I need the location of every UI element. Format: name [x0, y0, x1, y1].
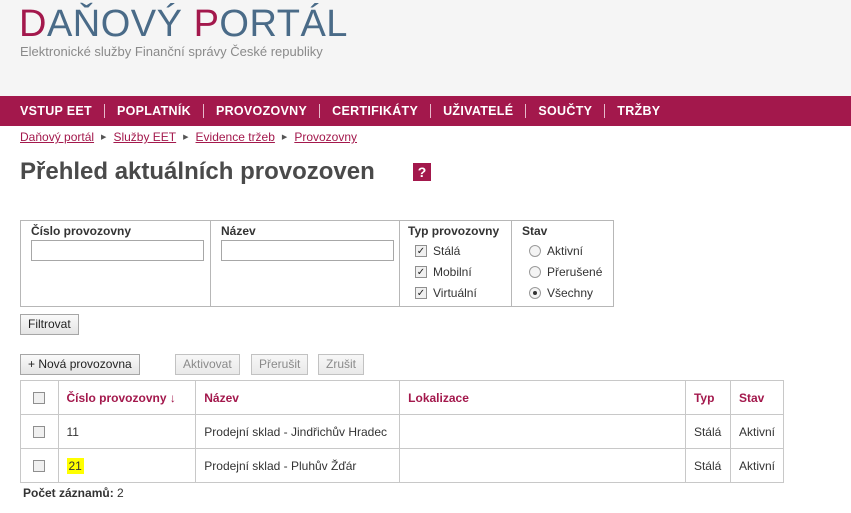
- cell-state: Aktivní: [729, 448, 785, 483]
- cell-type: Stálá: [684, 414, 731, 449]
- filter-type-stala-label: Stálá: [433, 243, 461, 258]
- cell-name: Prodejní sklad - Jindřichův Hradec: [195, 414, 401, 449]
- breadcrumb-arrow-icon: ▶: [281, 134, 288, 141]
- cell-number[interactable]: 11: [57, 414, 197, 449]
- select-all-checkbox[interactable]: [33, 392, 46, 405]
- nav-item-trzby[interactable]: TRŽBY: [605, 103, 672, 119]
- row-select-cell: [20, 448, 59, 483]
- breadcrumb-arrow-icon: ▶: [101, 134, 107, 141]
- filter-state-column: Stav Aktivní Přerušené Všechny: [512, 221, 613, 306]
- logo-letter-d: D: [19, 3, 47, 45]
- col-header-name[interactable]: Název: [195, 380, 401, 415]
- filter-type-label: Typ provozovny: [408, 224, 500, 238]
- breadcrumb-provozovny[interactable]: Provozovny: [294, 130, 357, 144]
- select-all-cell: [20, 380, 59, 415]
- cell-number-highlighted[interactable]: 21: [66, 457, 84, 474]
- breadcrumb-evidence-trzeb[interactable]: Evidence tržeb: [196, 130, 275, 144]
- page-title: Přehled aktuálních provozoven: [20, 158, 375, 185]
- new-provozovna-button[interactable]: + Nová provozovna: [20, 354, 140, 375]
- filter-name-column: Název: [211, 221, 400, 306]
- table-header-row: Číslo provozovny ↓ Název Lokalizace Typ …: [20, 380, 785, 415]
- filter-state-prerusene-label: Přerušené: [547, 264, 603, 279]
- filter-type-stala[interactable]: ✓ Stálá: [408, 240, 505, 261]
- logo-subtitle: Elektronické služby Finanční správy Česk…: [20, 44, 323, 59]
- filter-state-aktivni[interactable]: Aktivní: [522, 240, 607, 261]
- filter-button[interactable]: Filtrovat: [20, 314, 79, 335]
- nav-item-soucty[interactable]: SOUČTY: [526, 103, 604, 119]
- breadcrumb: Daňový portál ▶ Služby EET ▶ Evidence tr…: [20, 130, 357, 144]
- table-row[interactable]: 11 Prodejní sklad - Jindřichův Hradec St…: [20, 414, 785, 449]
- nav-item-provozovny[interactable]: PROVOZOVNY: [204, 103, 319, 119]
- nav-item-certifikaty[interactable]: CERTIFIKÁTY: [320, 103, 430, 119]
- cell-state: Aktivní: [729, 414, 785, 449]
- col-header-state[interactable]: Stav: [729, 380, 785, 415]
- filter-number-column: Číslo provozovny: [21, 221, 211, 306]
- filter-state-prerusene[interactable]: Přerušené: [522, 261, 607, 282]
- cancel-button[interactable]: Zrušit: [318, 354, 364, 375]
- filter-state-label: Stav: [522, 224, 548, 238]
- filter-type-mobilni-label: Mobilní: [433, 264, 472, 279]
- interrupt-button[interactable]: Přerušit: [251, 354, 309, 375]
- filter-type-mobilni[interactable]: ✓ Mobilní: [408, 261, 505, 282]
- filter-panel: Číslo provozovny Název Typ provozovny ✓ …: [20, 220, 614, 307]
- filter-type-virtualni-label: Virtuální: [433, 285, 477, 300]
- provozovny-table: Číslo provozovny ↓ Název Lokalizace Typ …: [20, 380, 785, 483]
- filter-type-virtualni[interactable]: ✓ Virtuální: [408, 282, 505, 303]
- cell-number-cell[interactable]: 21: [57, 448, 197, 483]
- record-count-value: 2: [117, 486, 124, 500]
- col-header-number[interactable]: Číslo provozovny ↓: [57, 380, 197, 415]
- main-nav: VSTUP EET POPLATNÍK PROVOZOVNY CERTIFIKÁ…: [0, 96, 851, 126]
- record-count-label: Počet záznamů:: [23, 486, 114, 500]
- filter-name-label: Název: [221, 224, 256, 238]
- cell-type: Stálá: [684, 448, 731, 483]
- filter-name-input[interactable]: [221, 240, 394, 261]
- cell-name: Prodejní sklad - Pluhův Žďár: [195, 448, 401, 483]
- checkbox-checked-icon[interactable]: ✓: [415, 286, 427, 299]
- cell-location: [399, 414, 686, 449]
- checkbox-checked-icon[interactable]: ✓: [415, 265, 427, 278]
- portal-logo[interactable]: DAŇOVÝ PORTÁL: [19, 4, 348, 44]
- nav-item-vstup-eet[interactable]: VSTUP EET: [8, 103, 104, 119]
- radio-selected-icon[interactable]: [529, 286, 541, 299]
- activate-button[interactable]: Aktivovat: [175, 354, 240, 375]
- filter-state-vsechny[interactable]: Všechny: [522, 282, 607, 303]
- nav-item-poplatnik[interactable]: POPLATNÍK: [105, 103, 203, 119]
- row-select-cell: [20, 414, 59, 449]
- breadcrumb-danovy-portal[interactable]: Daňový portál: [20, 130, 94, 144]
- row-checkbox[interactable]: [33, 460, 46, 473]
- radio-unselected-icon[interactable]: [529, 244, 541, 257]
- table-row[interactable]: 21 Prodejní sklad - Pluhův Žďár Stálá Ak…: [20, 448, 785, 483]
- nav-item-uzivatele[interactable]: UŽIVATELÉ: [431, 103, 525, 119]
- col-header-type[interactable]: Typ: [684, 380, 731, 415]
- breadcrumb-sluzby-eet[interactable]: Služby EET: [113, 130, 176, 144]
- cell-location: [399, 448, 686, 483]
- filter-state-vsechny-label: Všechny: [547, 285, 594, 300]
- filter-number-label: Číslo provozovny: [31, 224, 132, 238]
- logo-letter-p: P: [193, 3, 220, 45]
- logo-word-danovy: AŇOVÝ: [46, 3, 194, 45]
- radio-unselected-icon[interactable]: [529, 265, 541, 278]
- row-checkbox[interactable]: [33, 426, 46, 439]
- help-icon[interactable]: ?: [413, 163, 431, 181]
- filter-state-aktivni-label: Aktivní: [547, 243, 584, 258]
- breadcrumb-arrow-icon: ▶: [183, 134, 189, 141]
- filter-type-column: Typ provozovny ✓ Stálá ✓ Mobilní ✓ Virtu…: [400, 221, 512, 306]
- checkbox-checked-icon[interactable]: ✓: [415, 244, 427, 257]
- record-count: Počet záznamů: 2: [23, 486, 124, 500]
- filter-number-input[interactable]: [31, 240, 204, 261]
- logo-word-portal: ORTÁL: [219, 3, 348, 45]
- col-header-location[interactable]: Lokalizace: [399, 380, 686, 415]
